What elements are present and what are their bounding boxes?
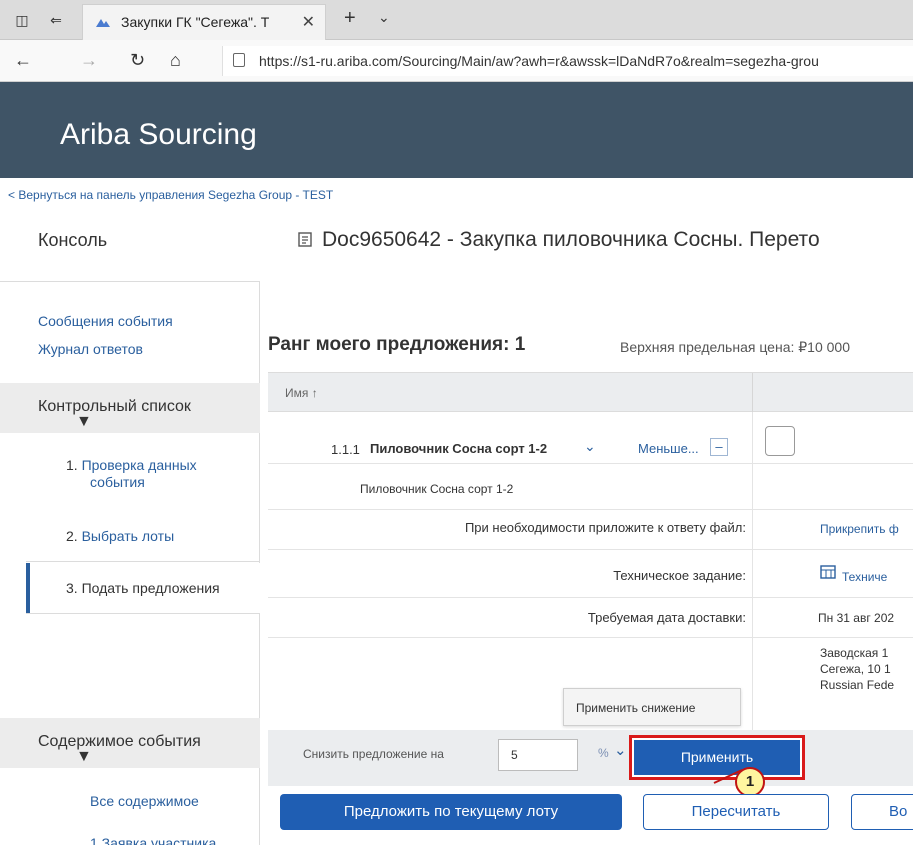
step-3-label[interactable]: Подать предложения <box>82 580 220 596</box>
collapse-triangle-icon: ▼ <box>76 748 92 765</box>
step-1-cont[interactable]: события <box>90 474 145 490</box>
url-text: https://s1-ru.ariba.com/Sourcing/Main/aw… <box>259 53 819 69</box>
home-icon[interactable]: ⌂ <box>170 50 181 71</box>
browser-address-bar: ← → ↻ ⌂ https://s1-ru.ariba.com/Sourcing… <box>0 40 913 82</box>
item-description: Пиловочник Сосна сорт 1-2 <box>360 482 514 496</box>
document-title: Doc9650642 - Закупка пиловочника Сосны. … <box>322 228 820 251</box>
attach-file-label: При необходимости приложите к ответу фай… <box>464 520 746 535</box>
step-2-label[interactable]: Выбрать лоты <box>82 528 175 544</box>
bid-reduction-bar: Снизить предложение на 5 % ⌄ <box>268 730 913 786</box>
console-title: Консоль <box>38 230 108 250</box>
spreadsheet-icon <box>820 565 836 579</box>
apply-button[interactable]: Применить <box>634 740 800 775</box>
checklist-header-label: Контрольный список <box>38 398 191 415</box>
tab-list-chevron-icon[interactable]: ⌄ <box>378 9 390 26</box>
tech-spec-label: Техническое задание: <box>613 568 746 583</box>
step-3[interactable]: 3. Подать предложения <box>66 580 220 596</box>
step-1-num: 1. <box>66 457 78 473</box>
apply-reduction-tooltip: Применить снижение <box>563 688 741 726</box>
reduce-amount-input[interactable]: 5 <box>498 739 578 771</box>
address-line-3: Russian Fede <box>820 678 895 692</box>
unit-select[interactable]: % <box>598 746 609 760</box>
table-row-spec <box>268 550 913 598</box>
tech-spec-link[interactable]: Техниче <box>842 570 887 584</box>
less-link[interactable]: Меньше... <box>638 441 699 456</box>
apply-button-highlight: Применить <box>629 735 805 780</box>
ceiling-price: Верхняя предельная цена: ₽10 000 <box>620 339 850 355</box>
item-checkbox[interactable] <box>765 426 795 456</box>
new-tab-icon[interactable]: + <box>344 7 356 30</box>
item-name: Пиловочник Сосна сорт 1-2 <box>370 441 548 456</box>
unit-chevron-down-icon[interactable]: ⌄ <box>614 741 627 759</box>
step-1[interactable]: 1. Проверка данных <box>66 457 197 473</box>
address-line-1: Заводская 1 <box>820 646 889 660</box>
delivery-date-label: Требуемая дата доставки: <box>587 610 746 625</box>
lock-icon <box>233 53 245 67</box>
event-content-header[interactable]: ▼ Содержимое события <box>0 718 260 768</box>
browser-tab-bar: ◫ ⇐ Закупки ГК "Сегежа". Т ✕ + ⌄ <box>0 0 913 40</box>
back-to-dashboard-link[interactable]: < Вернуться на панель управления Segezha… <box>8 188 333 202</box>
third-action-button[interactable]: Во <box>851 794 913 830</box>
url-field[interactable]: https://s1-ru.ariba.com/Sourcing/Main/aw… <box>222 46 913 76</box>
browser-tab[interactable]: Закупки ГК "Сегежа". Т ✕ <box>82 4 326 40</box>
checklist-header[interactable]: ▼ Контрольный список <box>0 383 260 433</box>
item-number: 1.1.1 <box>331 442 360 457</box>
table-column-divider <box>752 412 753 730</box>
step-1-label[interactable]: Проверка данных <box>82 457 197 473</box>
app-brand: Ariba Sourcing <box>60 118 257 151</box>
tooltip-text: Применить снижение <box>576 701 696 715</box>
event-content-header-label: Содержимое события <box>38 733 201 750</box>
set-aside-tabs-icon[interactable]: ⇐ <box>48 12 64 28</box>
column-header-name[interactable]: Имя ↑ <box>285 386 318 400</box>
tab-title: Закупки ГК "Сегежа". Т <box>121 14 270 30</box>
collapse-triangle-icon: ▼ <box>76 413 92 430</box>
recalculate-button[interactable]: Пересчитать <box>643 794 829 830</box>
step-1-label-cont[interactable]: события <box>90 474 145 490</box>
all-content-link[interactable]: Все содержимое <box>90 793 199 809</box>
ariba-favicon-icon <box>96 19 110 27</box>
refresh-icon[interactable]: ↻ <box>130 50 145 71</box>
bid-rank: Ранг моего предложения: 1 <box>268 334 526 355</box>
document-icon <box>298 232 312 247</box>
reduce-bid-label: Снизить предложение на <box>303 747 444 761</box>
back-arrow-icon[interactable]: ← <box>14 50 32 71</box>
step-divider-2 <box>26 613 260 614</box>
app-header: Ariba Sourcing <box>0 82 913 178</box>
item-menu-chevron-icon[interactable]: ⌄ <box>584 438 596 455</box>
forward-arrow-icon[interactable]: → <box>80 50 98 71</box>
callout-badge: 1 <box>735 767 765 797</box>
event-messages-link[interactable]: Сообщения события <box>38 313 173 329</box>
screen: ◫ ⇐ Закупки ГК "Сегежа". Т ✕ + ⌄ ← → ↻ ⌂… <box>0 0 913 845</box>
tab-actions-icon[interactable]: ◫ <box>14 12 30 28</box>
collapse-minus-button[interactable]: – <box>710 438 728 456</box>
participant-application-link[interactable]: 1 Заявка участника <box>90 835 216 845</box>
address-line-2: Сегежа, 10 1 <box>820 662 891 676</box>
reduce-amount-value: 5 <box>511 748 518 762</box>
close-tab-icon[interactable]: ✕ <box>302 12 315 32</box>
step-2[interactable]: 2. Выбрать лоты <box>66 528 174 544</box>
response-history-link[interactable]: Журнал ответов <box>38 341 143 357</box>
step-divider <box>26 561 260 562</box>
step-3-num: 3. <box>66 580 78 596</box>
items-table-header: Имя ↑ <box>268 372 913 413</box>
sidebar-top-divider <box>0 281 260 282</box>
step-2-num: 2. <box>66 528 78 544</box>
delivery-date-value: Пн 31 авг 202 <box>818 611 895 625</box>
attach-file-link[interactable]: Прикрепить ф <box>820 522 899 536</box>
column-divider <box>752 373 753 413</box>
submit-current-lot-button[interactable]: Предложить по текущему лоту <box>280 794 622 830</box>
